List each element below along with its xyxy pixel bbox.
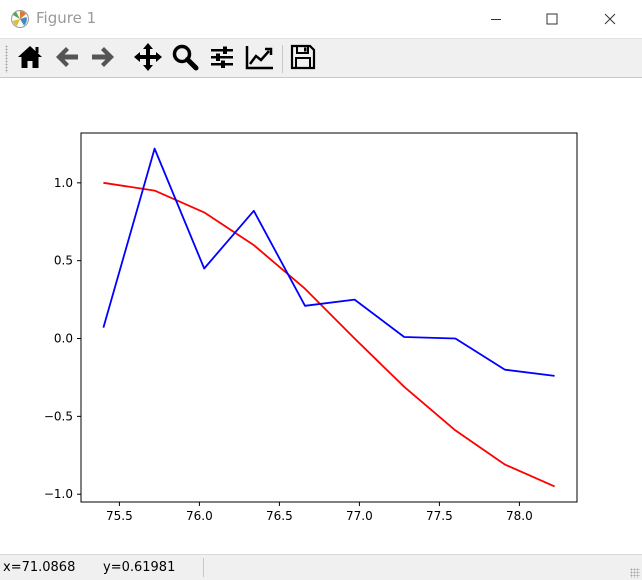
close-icon <box>604 10 616 29</box>
save-button[interactable] <box>287 43 319 75</box>
axes-frame <box>80 132 578 503</box>
maximize-icon <box>546 10 558 29</box>
move-icon <box>133 42 163 76</box>
home-icon <box>16 43 44 75</box>
title-bar: Figure 1 <box>0 0 642 38</box>
configure-subplots-button[interactable] <box>206 43 238 75</box>
toolbar <box>0 38 642 78</box>
toolbar-grip[interactable] <box>5 45 8 73</box>
maximize-button[interactable] <box>529 0 575 38</box>
x-tick-label: 77.5 <box>426 509 453 523</box>
x-coordinate-readout: x=71.0868 <box>3 560 76 575</box>
status-bar: x=71.0868 y=0.61981 <box>0 554 642 580</box>
y-tick-label: 0.0 <box>54 332 73 346</box>
status-divider <box>203 558 204 577</box>
minimize-icon <box>490 10 502 29</box>
line-chart[interactable]: 75.5 76.0 76.5 77.0 77.5 78.0 −1.0 −0.5 0.0 0.5 1.… <box>0 78 642 554</box>
x-tick-label: 75.5 <box>106 509 133 523</box>
forward-button[interactable] <box>87 43 119 75</box>
figure-canvas[interactable]: 75.5 76.0 76.5 77.0 77.5 78.0 −1.0 −0.5 0.0 0.5 1.… <box>0 78 642 554</box>
zoom-button[interactable] <box>169 43 201 75</box>
matplotlib-icon <box>10 9 30 29</box>
y-tick-label: −0.5 <box>44 409 73 423</box>
pan-button[interactable] <box>132 43 164 75</box>
x-tick-label: 78.0 <box>506 509 533 523</box>
y-tick-label: 0.5 <box>54 254 73 268</box>
x-tick-label: 76.5 <box>266 509 293 523</box>
arrow-left-icon <box>53 43 81 75</box>
window-title: Figure 1 <box>36 9 97 27</box>
minimize-button[interactable] <box>473 0 519 38</box>
line-chart-icon <box>245 43 275 75</box>
x-tick-label: 77.0 <box>346 509 373 523</box>
series-line-2 <box>102 147 555 377</box>
back-button[interactable] <box>51 43 83 75</box>
edit-axis-button[interactable] <box>244 43 276 75</box>
toolbar-separator <box>282 45 283 73</box>
home-button[interactable] <box>14 43 46 75</box>
sliders-icon <box>208 43 236 75</box>
series-line-1 <box>103 181 555 488</box>
x-tick-label: 76.0 <box>186 509 213 523</box>
resize-grip[interactable] <box>630 568 640 578</box>
arrow-right-icon <box>89 43 117 75</box>
y-tick-label: 1.0 <box>54 176 73 190</box>
y-tick-label: −1.0 <box>44 487 73 501</box>
save-icon <box>290 44 316 74</box>
plot-area: 75.5 76.0 76.5 77.0 77.5 78.0 −1.0 −0.5 0.0 0.5 1.… <box>44 132 578 523</box>
y-coordinate-readout: y=0.61981 <box>103 560 176 575</box>
zoom-icon <box>171 43 199 75</box>
close-button[interactable] <box>587 0 633 38</box>
